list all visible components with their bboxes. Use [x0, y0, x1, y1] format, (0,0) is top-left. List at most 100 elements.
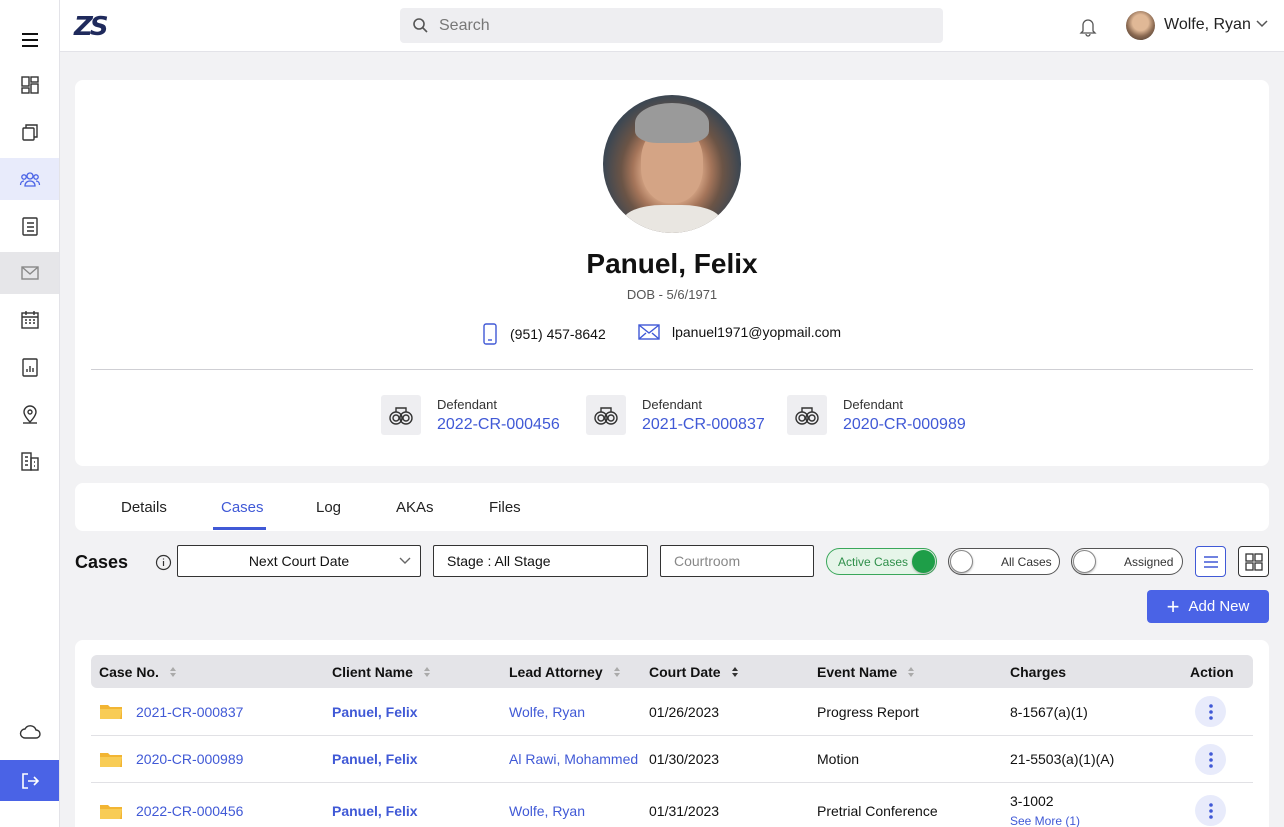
tab-log[interactable]: Log: [316, 499, 341, 516]
sidebar-item-checklist[interactable]: [0, 205, 59, 247]
kebab-icon: [1208, 802, 1213, 819]
sidebar-item-calendar[interactable]: [0, 299, 59, 341]
report-icon: [21, 358, 38, 377]
search-bar[interactable]: Search: [400, 8, 943, 43]
info-icon[interactable]: [155, 554, 172, 571]
tab-files[interactable]: Files: [489, 499, 521, 516]
sidebar-item-location[interactable]: [0, 393, 59, 435]
sort-select[interactable]: Next Court Date: [177, 545, 421, 577]
calendar-icon: [20, 311, 39, 329]
column-event-name[interactable]: Event Name: [817, 664, 915, 680]
email-contact[interactable]: lpanuel1971@yopmail.com: [638, 323, 841, 341]
sort-icon: [169, 666, 177, 678]
toggle-knob: [912, 550, 935, 573]
copy-icon: [21, 124, 38, 141]
column-action: Action: [1190, 664, 1234, 680]
case-link[interactable]: 2022-CR-000456: [437, 416, 560, 434]
client-name[interactable]: Panuel, Felix: [332, 751, 418, 767]
user-name[interactable]: Wolfe, Ryan: [1164, 16, 1251, 34]
cases-title: Cases: [75, 552, 129, 572]
table-row[interactable]: 2022-CR-000456 Panuel, Felix Wolfe, Ryan…: [91, 783, 1253, 827]
active-cases-label: Active Cases: [838, 555, 909, 569]
table-row[interactable]: 2020-CR-000989 Panuel, Felix Al Rawi, Mo…: [91, 736, 1253, 783]
folder-icon: [100, 805, 122, 819]
client-name[interactable]: Panuel, Felix: [332, 704, 418, 720]
handcuffs-icon: [381, 395, 421, 435]
profile-card: Panuel, Felix DOB - 5/6/1971 (951) 457-8…: [75, 80, 1269, 466]
user-avatar[interactable]: [1126, 11, 1155, 40]
all-cases-label: All Cases: [1001, 555, 1052, 569]
column-client-name[interactable]: Client Name: [332, 664, 431, 680]
sidebar-item-dashboard[interactable]: [0, 64, 59, 106]
defendant-role-2: Defendant 2021-CR-000837: [586, 395, 765, 435]
phone-icon: [483, 323, 497, 345]
list-view-button[interactable]: [1195, 546, 1226, 577]
column-label: Charges: [1010, 664, 1067, 680]
email-icon: [638, 324, 660, 340]
column-label: Lead Attorney: [509, 664, 603, 680]
assigned-label: Assigned: [1124, 555, 1174, 569]
menu-button[interactable]: [0, 19, 59, 61]
bell-icon[interactable]: [1078, 15, 1098, 37]
sidebar-item-mail[interactable]: [0, 252, 59, 294]
client-name[interactable]: Panuel, Felix: [332, 803, 418, 819]
sidebar-item-people[interactable]: [0, 158, 59, 200]
toggle-knob: [1073, 550, 1096, 573]
tab-akas[interactable]: AKAs: [396, 499, 434, 516]
table-row[interactable]: 2021-CR-000837 Panuel, Felix Wolfe, Ryan…: [91, 688, 1253, 736]
logout-icon: [21, 772, 39, 789]
charges: 21-5503(a)(1)(A): [1010, 751, 1115, 767]
search-input[interactable]: Search: [439, 17, 490, 35]
tab-cases[interactable]: Cases: [221, 499, 264, 516]
active-cases-toggle[interactable]: Active Cases: [826, 548, 937, 575]
profile-dob: DOB - 5/6/1971: [626, 287, 718, 302]
sidebar-item-reports[interactable]: [0, 346, 59, 388]
sidebar-item-buildings[interactable]: [0, 440, 59, 482]
people-icon: [19, 172, 40, 187]
logout-button[interactable]: [0, 760, 59, 801]
see-more-link[interactable]: See More (1): [1010, 814, 1080, 827]
grid-view-button[interactable]: [1238, 546, 1269, 577]
role-label: Defendant: [843, 396, 903, 412]
menu-icon: [21, 33, 38, 47]
add-new-label: Add New: [1188, 598, 1250, 615]
chevron-down-icon[interactable]: [1256, 20, 1268, 28]
role-label: Defendant: [642, 396, 702, 412]
checklist-icon: [21, 217, 38, 236]
row-actions-button[interactable]: [1195, 744, 1226, 775]
all-cases-toggle[interactable]: All Cases: [948, 548, 1060, 575]
column-lead-attorney[interactable]: Lead Attorney: [509, 664, 621, 680]
case-number[interactable]: 2020-CR-000989: [136, 751, 243, 767]
row-actions-button[interactable]: [1195, 696, 1226, 727]
column-label: Action: [1190, 664, 1234, 680]
case-number[interactable]: 2022-CR-000456: [136, 803, 243, 819]
sidebar-item-copies[interactable]: [0, 111, 59, 153]
search-icon: [413, 18, 428, 33]
courtroom-input[interactable]: Courtroom: [660, 545, 814, 577]
assigned-toggle[interactable]: Assigned: [1071, 548, 1183, 575]
app-logo[interactable]: ZS: [74, 12, 109, 42]
stage-filter[interactable]: Stage : All Stage: [433, 545, 648, 577]
column-court-date[interactable]: Court Date: [649, 664, 739, 680]
court-date: 01/31/2023: [649, 803, 720, 819]
defendant-role-3: Defendant 2020-CR-000989: [787, 395, 966, 435]
sort-select-value: Next Court Date: [248, 553, 350, 569]
add-new-button[interactable]: + Add New: [1147, 590, 1269, 623]
phone-contact[interactable]: (951) 457-8642: [482, 323, 606, 345]
case-link[interactable]: 2021-CR-000837: [642, 416, 765, 434]
lead-attorney[interactable]: Wolfe, Ryan: [509, 803, 585, 819]
divider: [91, 369, 1253, 370]
column-case-no[interactable]: Case No.: [99, 664, 177, 680]
cases-table: Case No. Client Name Lead Attorney Court…: [75, 640, 1269, 827]
lead-attorney[interactable]: Al Rawi, Mohammed: [509, 751, 638, 767]
profile-tabs: Details Cases Log AKAs Files: [75, 483, 1269, 531]
case-link[interactable]: 2020-CR-000989: [843, 416, 966, 434]
row-actions-button[interactable]: [1195, 795, 1226, 826]
sidebar-item-cloud[interactable]: [0, 711, 59, 753]
column-charges: Charges: [1010, 664, 1066, 680]
case-number[interactable]: 2021-CR-000837: [136, 704, 243, 720]
tab-details[interactable]: Details: [121, 499, 167, 516]
lead-attorney[interactable]: Wolfe, Ryan: [509, 704, 585, 720]
sort-icon: [423, 666, 431, 678]
mail-icon: [20, 266, 39, 280]
